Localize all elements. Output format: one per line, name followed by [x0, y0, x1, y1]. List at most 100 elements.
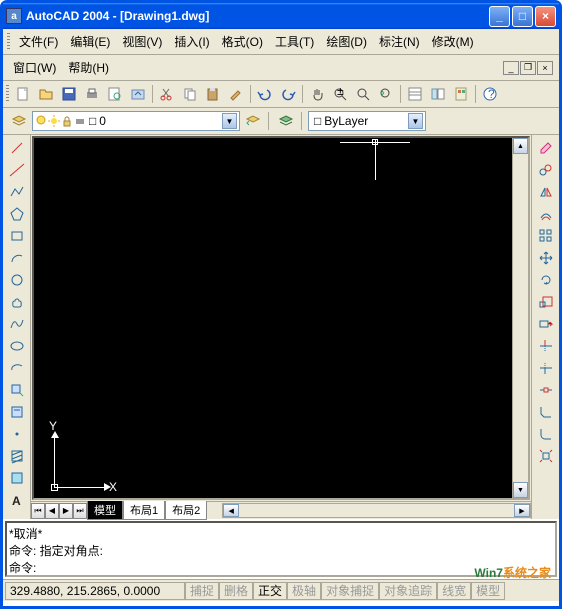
mdi-minimize-button[interactable]: _ [503, 61, 519, 75]
undo-button[interactable] [254, 83, 276, 105]
open-button[interactable] [35, 83, 57, 105]
menu-edit[interactable]: 编辑(E) [64, 31, 116, 52]
fillet-button[interactable] [535, 423, 557, 445]
grip-icon[interactable] [6, 85, 9, 103]
color-control-button[interactable] [275, 110, 297, 132]
spline-button[interactable] [6, 313, 28, 335]
scale-button[interactable] [535, 291, 557, 313]
menu-tools[interactable]: 工具(T) [269, 31, 320, 52]
otrack-toggle[interactable]: 对象追踪 [379, 582, 437, 600]
menu-insert[interactable]: 插入(I) [168, 31, 215, 52]
break-button[interactable] [535, 379, 557, 401]
explode-button[interactable] [535, 445, 557, 467]
command-prompt[interactable]: 命令: [9, 559, 553, 576]
make-block-button[interactable] [6, 401, 28, 423]
match-button[interactable] [225, 83, 247, 105]
minimize-button[interactable]: _ [489, 6, 510, 27]
cut-button[interactable] [156, 83, 178, 105]
menu-view[interactable]: 视图(V) [116, 31, 168, 52]
tool-palettes-button[interactable] [450, 83, 472, 105]
tab-layout1[interactable]: 布局1 [123, 501, 165, 520]
menu-draw[interactable]: 绘图(D) [320, 31, 373, 52]
text-button[interactable]: A [6, 489, 28, 511]
scroll-up-button[interactable]: ▲ [513, 138, 528, 154]
menu-help[interactable]: 帮助(H) [62, 57, 115, 78]
help-button[interactable]: ? [479, 83, 501, 105]
dropdown-icon[interactable]: ▼ [222, 113, 237, 129]
scroll-down-button[interactable]: ▼ [513, 482, 528, 498]
insert-block-button[interactable] [6, 379, 28, 401]
snap-toggle[interactable]: 捕捉 [185, 582, 219, 600]
tab-first-button[interactable]: ⏮ [31, 503, 45, 519]
menu-modify[interactable]: 修改(M) [426, 31, 480, 52]
command-window[interactable]: *取消* 命令: 指定对角点: 命令: [5, 521, 557, 577]
arc-button[interactable] [6, 247, 28, 269]
polygon-button[interactable] [6, 203, 28, 225]
osnap-toggle[interactable]: 对象捕捉 [321, 582, 379, 600]
menu-file[interactable]: 文件(F) [13, 31, 64, 52]
offset-button[interactable] [535, 203, 557, 225]
mdi-restore-button[interactable]: ❐ [520, 61, 536, 75]
mirror-button[interactable] [535, 181, 557, 203]
point-button[interactable] [6, 423, 28, 445]
properties-button[interactable] [404, 83, 426, 105]
model-toggle[interactable]: 模型 [471, 582, 505, 600]
stretch-button[interactable] [535, 313, 557, 335]
scroll-left-button[interactable]: ◀ [223, 504, 239, 517]
pan-button[interactable] [306, 83, 328, 105]
copy-button[interactable] [179, 83, 201, 105]
polyline-button[interactable] [6, 181, 28, 203]
paste-button[interactable] [202, 83, 224, 105]
layer-combo[interactable]: □ 0 ▼ [32, 111, 240, 131]
redo-button[interactable] [277, 83, 299, 105]
zoom-previous-button[interactable] [375, 83, 397, 105]
polar-toggle[interactable]: 极轴 [287, 582, 321, 600]
menu-format[interactable]: 格式(O) [216, 31, 269, 52]
new-button[interactable] [12, 83, 34, 105]
rectangle-button[interactable] [6, 225, 28, 247]
drawing-canvas[interactable]: Y X ▲ ▼ [32, 136, 530, 500]
ellipse-button[interactable] [6, 335, 28, 357]
rotate-button[interactable] [535, 269, 557, 291]
menu-window[interactable]: 窗口(W) [7, 57, 62, 78]
circle-button[interactable] [6, 269, 28, 291]
ellipse-arc-button[interactable] [6, 357, 28, 379]
mdi-close-button[interactable]: × [537, 61, 553, 75]
revcloud-button[interactable] [6, 291, 28, 313]
print-button[interactable] [81, 83, 103, 105]
layer-previous-button[interactable] [242, 110, 264, 132]
grip-icon[interactable] [7, 33, 10, 51]
menu-dimension[interactable]: 标注(N) [373, 31, 426, 52]
tab-last-button[interactable]: ⏭ [73, 503, 87, 519]
maximize-button[interactable]: □ [512, 6, 533, 27]
tab-next-button[interactable]: ▶ [59, 503, 73, 519]
tab-prev-button[interactable]: ◀ [45, 503, 59, 519]
region-button[interactable] [6, 467, 28, 489]
horizontal-scrollbar[interactable]: ◀ ▶ [222, 503, 531, 518]
hatch-button[interactable] [6, 445, 28, 467]
lwt-toggle[interactable]: 线宽 [437, 582, 471, 600]
erase-button[interactable] [535, 137, 557, 159]
ortho-toggle[interactable]: 正交 [253, 582, 287, 600]
array-button[interactable] [535, 225, 557, 247]
close-button[interactable]: × [535, 6, 556, 27]
design-center-button[interactable] [427, 83, 449, 105]
zoom-window-button[interactable] [352, 83, 374, 105]
xline-button[interactable] [6, 159, 28, 181]
layer-manager-button[interactable] [8, 110, 30, 132]
save-button[interactable] [58, 83, 80, 105]
grid-toggle[interactable]: 删格 [219, 582, 253, 600]
tab-model[interactable]: 模型 [87, 501, 123, 520]
extend-button[interactable] [535, 357, 557, 379]
publish-button[interactable] [127, 83, 149, 105]
vertical-scrollbar[interactable]: ▲ ▼ [512, 138, 528, 498]
preview-button[interactable] [104, 83, 126, 105]
scroll-right-button[interactable]: ▶ [514, 504, 530, 517]
linetype-combo[interactable]: □ ByLayer ▼ [308, 111, 426, 131]
line-button[interactable] [6, 137, 28, 159]
tab-layout2[interactable]: 布局2 [165, 501, 207, 520]
trim-button[interactable] [535, 335, 557, 357]
coordinates-display[interactable]: 329.4880, 215.2865, 0.0000 [5, 582, 185, 600]
move-button[interactable] [535, 247, 557, 269]
dropdown-icon[interactable]: ▼ [408, 113, 423, 129]
